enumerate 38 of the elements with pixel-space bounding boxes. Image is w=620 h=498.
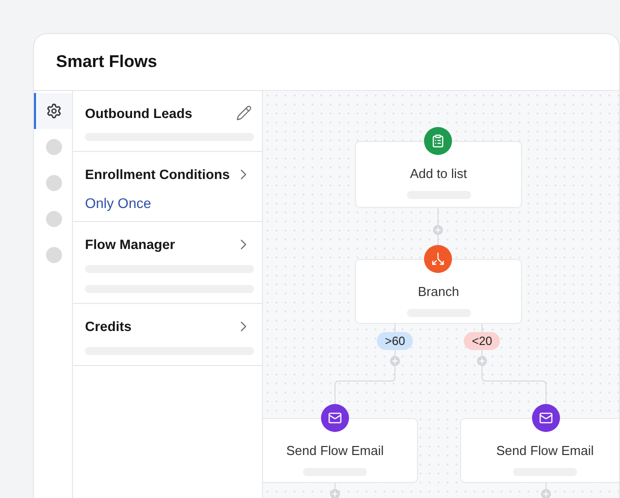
placeholder-dot-icon [46,247,62,263]
add-step-button[interactable] [541,489,551,498]
branch-condition-tag: <20 [464,332,500,350]
section-value: Only Once [85,195,152,211]
plus-icon [331,490,339,498]
plus-icon [391,357,399,365]
mail-icon [328,411,342,425]
flow-step-card[interactable]: Send Flow Email [263,418,418,483]
rail-tab[interactable] [34,93,72,129]
edit-button[interactable] [236,105,252,121]
flow-step-card[interactable]: Send Flow Email [460,418,619,483]
flow-step-card[interactable]: Add to list [355,141,522,208]
flow-step-card[interactable]: Branch [355,259,522,324]
mail-icon [539,411,553,425]
placeholder-dot-icon [46,211,62,227]
section-title: Enrollment Conditions [85,167,230,182]
pencil-icon [236,105,252,121]
add-step-button[interactable] [477,356,487,366]
section-title: Credits [85,319,132,334]
plus-icon [478,357,486,365]
window-title: Smart Flows [56,52,158,72]
settings-icon [46,103,62,119]
plus-icon [542,490,550,498]
add-step-button[interactable] [390,356,400,366]
placeholder-dot-icon [46,139,62,155]
step-label: Branch [418,284,460,299]
clipboard-icon [431,134,445,148]
step-label: Add to list [410,166,468,181]
section-title: Outbound Leads [85,106,192,120]
placeholder-dot-icon [46,175,62,191]
branch-condition-tag: >60 [376,332,414,350]
step-label: Send Flow Email [496,443,594,458]
section-title: Flow Manager [85,237,176,252]
add-step-button[interactable] [433,225,443,235]
step-label: Send Flow Email [286,443,384,458]
branch-icon [431,252,445,266]
add-step-button[interactable] [330,489,340,498]
plus-icon [434,226,442,234]
